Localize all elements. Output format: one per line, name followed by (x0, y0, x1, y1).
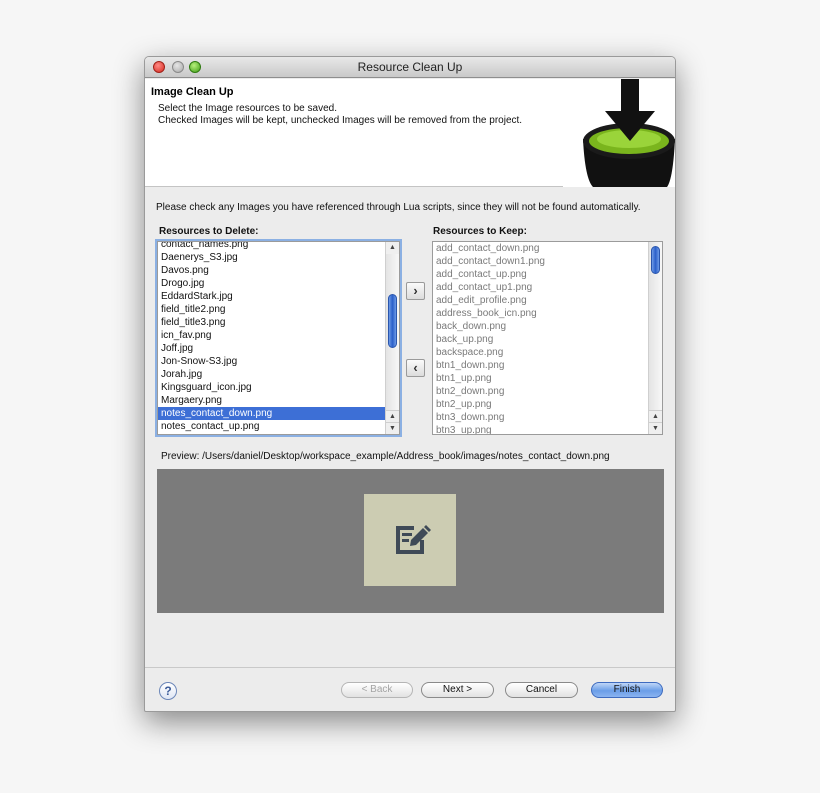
list-item[interactable]: Davos.png (158, 264, 385, 277)
delete-list-label: Resources to Delete: (159, 226, 259, 237)
list-item[interactable]: btn2_up.png (433, 398, 648, 411)
list-item[interactable]: add_contact_down.png (433, 242, 648, 255)
list-item[interactable]: btn3_down.png (433, 411, 648, 424)
list-item[interactable]: btn1_up.png (433, 372, 648, 385)
preview-path: Preview: /Users/daniel/Desktop/workspace… (161, 451, 610, 462)
delete-list-scroll-thumb[interactable] (388, 294, 397, 348)
list-item[interactable]: add_contact_up.png (433, 268, 648, 281)
list-item[interactable]: Margaery.png (158, 394, 385, 407)
scroll-up-arrow-icon[interactable]: ▲ (648, 410, 662, 422)
banner-title: Image Clean Up (151, 86, 234, 98)
list-item[interactable]: back_up.png (433, 333, 648, 346)
scroll-down-arrow-icon[interactable]: ▼ (385, 422, 399, 434)
keep-list-items: add_contact_down.png add_contact_down1.pn… (433, 242, 648, 434)
footer-separator (145, 667, 675, 668)
list-item[interactable]: field_title2.png (158, 303, 385, 316)
resources-to-delete-list[interactable]: contact_names.png Daenerys_S3.jpg Davos.pn… (157, 241, 400, 435)
banner-description-line1: Select the Image resources to be saved. (158, 103, 337, 114)
window-title: Resource Clean Up (357, 60, 463, 74)
list-item[interactable]: add_contact_up1.png (433, 281, 648, 294)
list-item[interactable]: btn2_down.png (433, 385, 648, 398)
list-item[interactable]: Joff.jpg (158, 342, 385, 355)
title-bar[interactable]: Resource Clean Up (145, 57, 675, 78)
back-button[interactable]: < Back (341, 682, 413, 698)
list-item[interactable]: Daenerys_S3.jpg (158, 251, 385, 264)
list-item[interactable]: btn3_up.png (433, 424, 648, 434)
scroll-down-arrow-icon[interactable]: ▼ (648, 422, 662, 434)
list-item[interactable]: Kingsguard_icon.jpg (158, 381, 385, 394)
list-item[interactable]: backspace.png (433, 346, 648, 359)
wizard-banner: Image Clean Up Select the Image resource… (145, 79, 675, 187)
list-item[interactable]: field_title3.png (158, 316, 385, 329)
delete-list-items: contact_names.png Daenerys_S3.jpg Davos.pn… (158, 242, 385, 433)
preview-image (364, 494, 456, 586)
bucket-download-icon (563, 79, 675, 187)
resources-to-keep-list[interactable]: add_contact_down.png add_contact_down1.pn… (432, 241, 663, 435)
list-item[interactable]: EddardStark.jpg (158, 290, 385, 303)
list-item[interactable]: add_contact_down1.png (433, 255, 648, 268)
move-to-keep-button[interactable]: › (406, 282, 425, 300)
list-item[interactable]: notes_contact_up.png (158, 420, 385, 433)
lua-scripts-hint: Please check any Images you have referen… (156, 202, 641, 213)
move-to-delete-button[interactable]: ‹ (406, 359, 425, 377)
finish-button[interactable]: Finish (591, 682, 663, 698)
list-item[interactable]: Drogo.jpg (158, 277, 385, 290)
image-preview-area (157, 469, 664, 613)
help-button[interactable]: ? (159, 682, 177, 700)
list-item[interactable]: contact_names.png (158, 242, 385, 251)
list-item[interactable]: back_down.png (433, 320, 648, 333)
scroll-up-arrow-icon[interactable]: ▲ (385, 410, 399, 422)
next-button[interactable]: Next > (421, 682, 494, 698)
cancel-button[interactable]: Cancel (505, 682, 578, 698)
list-item[interactable]: notes_contact_down.png (158, 407, 385, 420)
scroll-up-arrow-icon[interactable]: ▲ (385, 242, 399, 254)
banner-description-line2: Checked Images will be kept, unchecked I… (158, 115, 523, 126)
list-item[interactable]: btn1_down.png (433, 359, 648, 372)
list-item[interactable]: icn_fav.png (158, 329, 385, 342)
delete-list-scrollbar[interactable]: ▲ ▲ ▼ (385, 242, 399, 434)
resource-clean-up-dialog: Resource Clean Up Image Clean Up Select … (144, 56, 676, 712)
list-item[interactable]: Jon-Snow-S3.jpg (158, 355, 385, 368)
keep-list-scrollbar[interactable]: ▲ ▼ (648, 242, 662, 434)
edit-note-icon (396, 525, 431, 554)
keep-list-label: Resources to Keep: (433, 226, 527, 237)
keep-list-scroll-thumb[interactable] (651, 246, 660, 274)
list-item[interactable]: add_edit_profile.png (433, 294, 648, 307)
list-item[interactable]: address_book_icn.png (433, 307, 648, 320)
list-item[interactable]: Jorah.jpg (158, 368, 385, 381)
